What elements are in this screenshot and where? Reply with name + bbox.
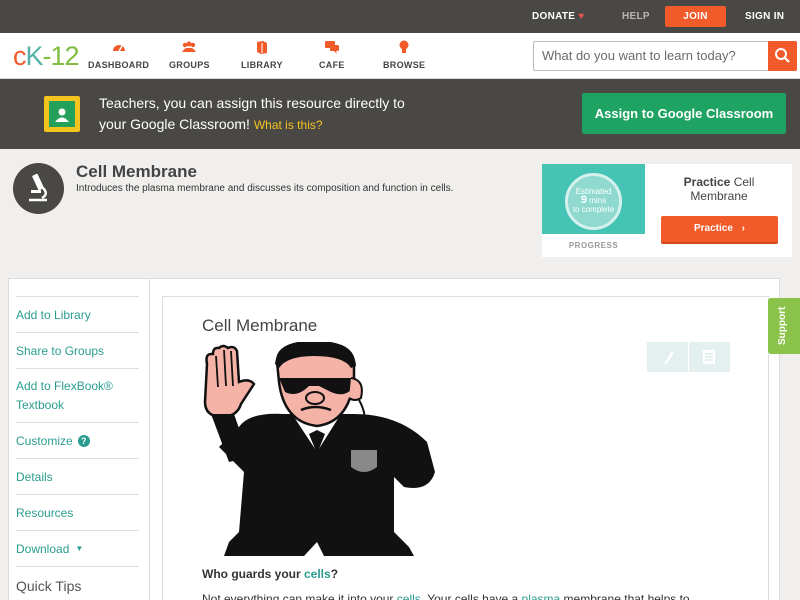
sign-in-link[interactable]: SIGN IN [745,0,784,33]
what-is-this-link[interactable]: What is this? [254,118,323,132]
banner-line2: your Google Classroom! [99,116,250,132]
practice-title-bold: Practice [683,175,731,189]
sidebar-item-label: Add to FlexBook® Textbook [16,377,113,415]
est-complete: to complete [572,205,615,214]
nav-groups[interactable]: GROUPS [169,39,210,70]
nav-browse[interactable]: BROWSE [383,39,425,70]
search-button[interactable] [768,41,797,71]
chevron-right-icon: › [741,223,746,234]
article-question: Who guards your cells? [202,567,338,581]
nav-cafe-label: CAFE [319,60,345,70]
assign-google-classroom-button[interactable]: Assign to Google Classroom [582,93,786,134]
est-unit: mins [589,196,607,205]
sidebar-divider [149,278,150,600]
practice-button[interactable]: Practice › [661,216,778,244]
sidebar-item-label: Details [16,469,53,484]
support-tab[interactable]: Support [768,298,800,354]
estimated-time-badge: Estimated 9 mins to complete [565,173,622,230]
sidebar-item-add-to-library[interactable]: Add to Library [16,296,139,332]
paragraph-text: . Your cells have a [420,592,522,600]
top-bar: DONATE ♥ HELP JOIN SIGN IN [0,0,800,33]
caret-down-icon: ▼ [75,544,84,553]
sidebar-item-label: Download [16,541,70,556]
logo-k: K [25,41,44,71]
join-button[interactable]: JOIN [665,6,726,27]
paragraph-text: Not everything can make it into your [202,592,397,600]
heart-icon: ♥ [578,11,585,22]
paragraph-text: membrane that helps to [560,592,690,600]
logo-12: -12 [42,41,80,71]
sidebar-bottom-rule [16,566,139,572]
question-mark: ? [330,567,339,581]
dashboard-icon [88,39,149,57]
notes-icon[interactable] [702,349,716,370]
pencil-icon[interactable] [662,349,676,370]
practice-card: Estimated 9 mins to complete PROGRESS Pr… [542,164,792,257]
page-title: Cell Membrane [76,162,197,181]
sidebar: Add to Library Share to Groups Add to Fl… [16,296,139,572]
library-icon [241,39,283,57]
article-paragraph: Not everything can make it into your cel… [202,592,690,600]
nav-dashboard[interactable]: DASHBOARD [88,39,149,70]
sidebar-item-details[interactable]: Details [16,458,139,494]
nav-dashboard-label: DASHBOARD [88,60,150,70]
cells-link[interactable]: cells [304,567,331,581]
nav-cafe[interactable]: CAFE [319,39,345,70]
plasma-link[interactable]: plasma [522,592,561,600]
practice-button-label: Practice [693,223,733,234]
flexbook-line1: Add to FlexBook® [16,378,113,393]
practice-thumbnail: Estimated 9 mins to complete [542,164,645,234]
progress-label: PROGRESS [568,241,619,250]
sidebar-item-label: Share to Groups [16,343,105,358]
nav-library[interactable]: LIBRARY [241,39,283,70]
banner-line1: Teachers, you can assign this resource d… [99,95,405,111]
sidebar-item-download[interactable]: Download ▼ [16,530,139,566]
cafe-icon [319,39,345,57]
nav-library-label: LIBRARY [241,60,283,70]
sidebar-item-label: Customize [16,433,73,448]
sidebar-item-resources[interactable]: Resources [16,494,139,530]
search-input[interactable] [542,48,767,63]
sidebar-item-label: Add to Library [16,307,91,322]
ck12-logo[interactable]: cK-12 [13,41,80,72]
quick-tips-heading: Quick Tips [16,578,82,594]
search-icon [775,48,790,63]
microscope-icon [13,163,64,214]
sidebar-item-customize[interactable]: Customize? [16,422,139,458]
groups-icon [169,39,210,57]
help-icon[interactable]: ? [77,434,90,447]
sidebar-item-add-to-flexbook[interactable]: Add to FlexBook® Textbook [16,368,139,422]
article-title: Cell Membrane [202,316,318,335]
logo-c: c [13,41,26,71]
support-label: Support [777,306,788,345]
nav-browse-label: BROWSE [383,60,426,70]
question-text: Who guards your [202,567,304,581]
flexbook-line2: Textbook [16,397,65,412]
tools-separator [688,342,689,372]
security-guard-illustration [203,342,435,556]
banner-message: Teachers, you can assign this resource d… [99,93,459,136]
main-nav: cK-12 DASHBOARD GROUPS LIBRARY CAFE BROW… [0,33,800,79]
practice-title: Practice Cell Membrane [660,175,778,203]
sidebar-item-share-to-groups[interactable]: Share to Groups [16,332,139,368]
google-classroom-icon [44,96,80,132]
sidebar-item-label: Resources [16,505,74,520]
search-box [533,41,797,71]
nav-groups-label: GROUPS [169,60,210,70]
article-tools [647,342,730,372]
donate-link[interactable]: DONATE ♥ [532,0,585,33]
help-link[interactable]: HELP [622,0,650,33]
browse-icon [383,39,425,57]
donate-label: DONATE [532,11,576,22]
page-description: Introduces the plasma membrane and discu… [76,183,454,194]
cells-link[interactable]: cells [397,592,421,600]
